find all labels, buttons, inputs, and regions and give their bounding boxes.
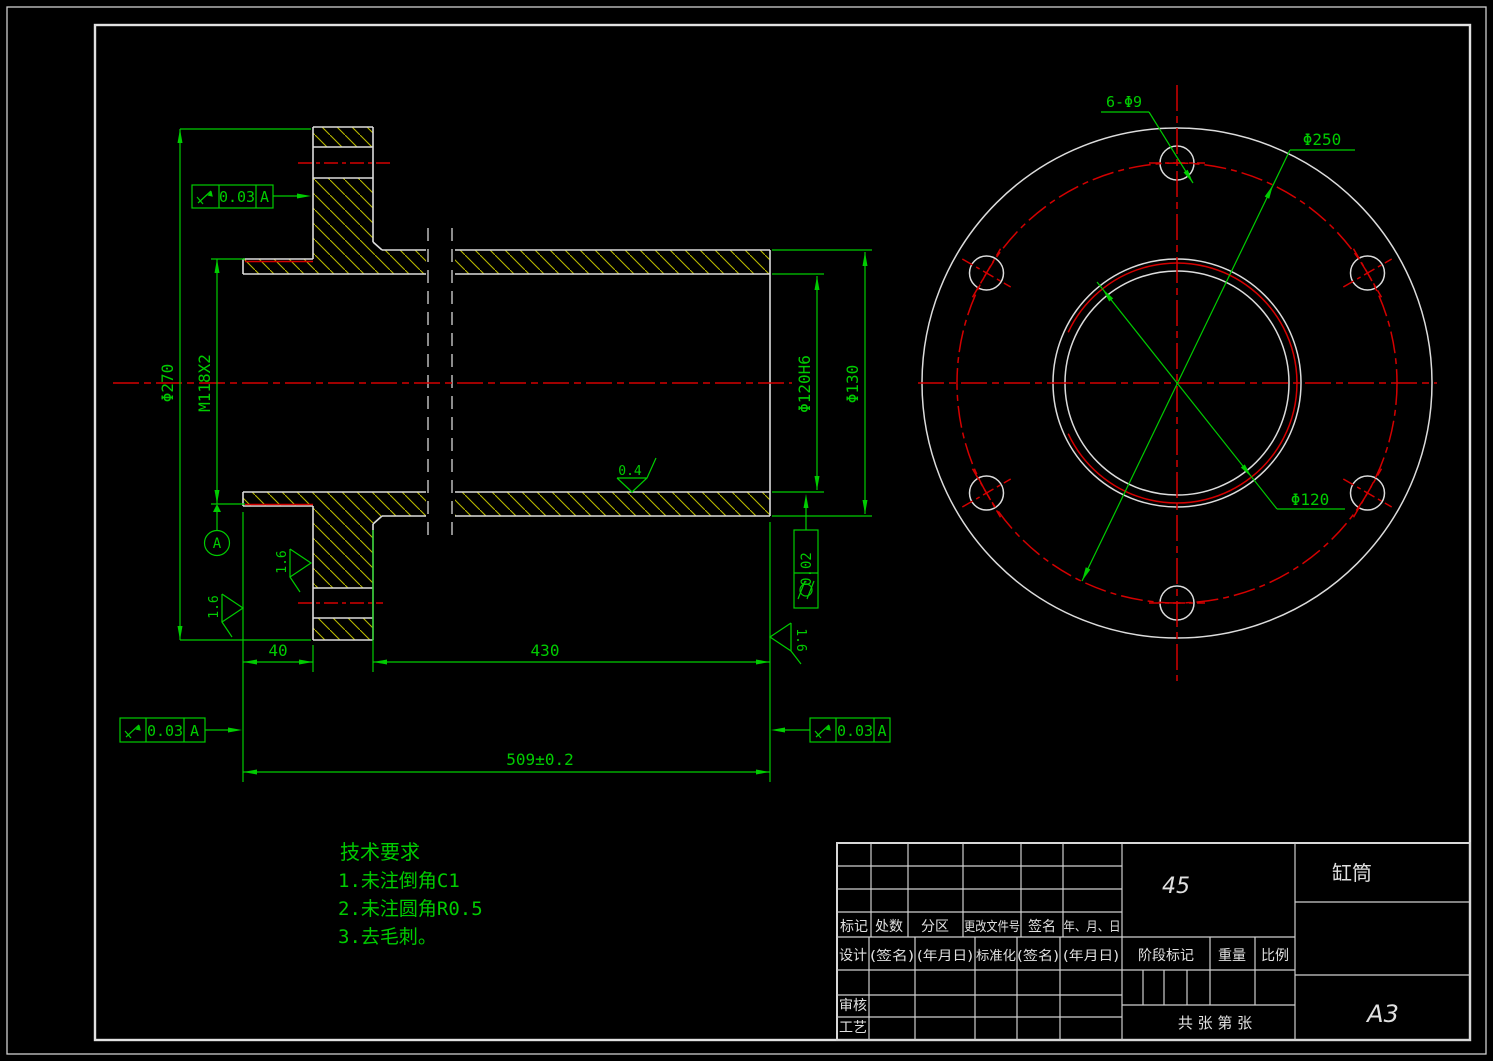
tb-weight: 重量: [1218, 948, 1246, 964]
runout-top-datum: A: [260, 188, 269, 206]
tolerance-frame-runout-bottom-left: 0.03 A: [119, 717, 206, 743]
runout-top-value: 0.03: [219, 188, 255, 206]
tb-std-sign: (签名): [1017, 948, 1059, 964]
tb-standardization: 标准化: [976, 949, 1016, 964]
tech-req-item-3: 3.去毛刺。: [338, 926, 437, 948]
end-view-dimension-lines: [1081, 111, 1355, 582]
tb-date: 年、月、日: [1064, 920, 1121, 935]
runout-bl-value: 0.03: [147, 722, 183, 740]
tolerance-frame-runout-top: 0.03 A: [191, 184, 274, 209]
dim-thread: M118X2: [195, 354, 214, 412]
tb-stage-mark: 阶段标记: [1138, 948, 1194, 964]
tb-signature: 签名: [1028, 918, 1056, 935]
datum-a-label: A: [213, 536, 222, 552]
tech-req-title: 技术要求: [340, 840, 420, 864]
tb-zone: 分区: [921, 919, 949, 935]
runout-br-value: 0.03: [837, 722, 873, 740]
tolerance-frame-runout-bottom-right: 0.03 A: [809, 717, 891, 743]
dim-bolt-circle: Φ250: [1303, 130, 1342, 149]
tech-req-item-2: 2.未注圆角R0.5: [338, 898, 483, 920]
surface-finish-flange-value: 1.6: [275, 550, 290, 573]
surface-finish-left-end: 1.6: [207, 593, 245, 638]
technical-requirements: 技术要求 1.未注倒角C1 2.未注圆角R0.5 3.去毛刺。: [338, 840, 483, 948]
surface-finish-bore-value: 0.4: [618, 464, 642, 479]
runout-bl-datum: A: [190, 722, 199, 740]
end-view: 6-Φ9 Φ250 Φ120: [918, 85, 1437, 681]
circular-runout-icon: [196, 190, 212, 205]
dim-end-bore: Φ120: [1291, 490, 1330, 509]
tb-sheet-size: A3: [1365, 1000, 1399, 1028]
dim-bore: Φ120H6: [795, 355, 814, 413]
surface-finish-right-end-value: 1.6: [793, 628, 808, 651]
dim-tube-od: Φ130: [843, 365, 862, 404]
runout-br-datum: A: [877, 722, 886, 740]
dim-flange-offset: 40: [268, 641, 287, 660]
datum-a-symbol: A: [203, 529, 231, 557]
tb-process: 工艺: [839, 1020, 867, 1036]
tb-part-name: 缸筒: [1332, 861, 1372, 885]
tolerance-frame-cylindricity: 0.02: [793, 529, 819, 609]
dim-bolt-holes: 6-Φ9: [1106, 93, 1142, 111]
dim-flange-od: Φ270: [158, 364, 177, 403]
tb-audit: 审核: [839, 998, 867, 1014]
title-block: 标记 处数 分区 更改文件号 签名 年、月、日 设计 (签名) (年月日) 标准…: [836, 842, 1471, 1041]
tb-std-date: (年月日): [1063, 949, 1119, 964]
cad-drawing-canvas: 0.03 A 0.03 A 0.03 A 0.02 A 0.4 1.6 1.6 …: [0, 0, 1493, 1061]
circular-runout-icon: [814, 724, 830, 739]
tb-count: 处数: [875, 919, 903, 935]
tech-req-item-1: 1.未注倒角C1: [338, 870, 460, 892]
tb-design: 设计: [839, 948, 867, 964]
tb-design-sign: (签名): [870, 948, 914, 964]
cylindricity-value: 0.02: [799, 552, 815, 586]
tb-design-date: (年月日): [917, 949, 973, 964]
sheet-inner-border: [93, 23, 1472, 1042]
arrowheads: [177, 129, 868, 775]
break-lines: [427, 228, 453, 540]
tb-material: 45: [1162, 874, 1190, 899]
tb-scale: 比例: [1261, 948, 1289, 964]
surface-finish-flange-face: 1.6: [275, 548, 313, 593]
dimension-lines: [179, 128, 872, 782]
surface-finish-bore: 0.4: [616, 457, 657, 493]
circular-runout-icon: [124, 724, 140, 739]
section-view: 0.03 A 0.03 A 0.03 A 0.02 A 0.4 1.6 1.6 …: [113, 126, 891, 782]
engineering-drawing: 0.03 A 0.03 A 0.03 A 0.02 A 0.4 1.6 1.6 …: [6, 6, 1487, 1055]
dim-tube-length: 430: [531, 641, 560, 660]
tb-sheet-info: 共 张 第 张: [1178, 1014, 1252, 1032]
surface-finish-right-end: 1.6: [768, 622, 808, 665]
tb-change-file-no: 更改文件号: [964, 920, 1020, 935]
tb-mark: 标记: [840, 919, 868, 935]
sheet-outer-border: [6, 6, 1487, 1055]
surface-finish-left-end-value: 1.6: [207, 595, 222, 618]
dim-total-length: 509±0.2: [506, 750, 573, 769]
